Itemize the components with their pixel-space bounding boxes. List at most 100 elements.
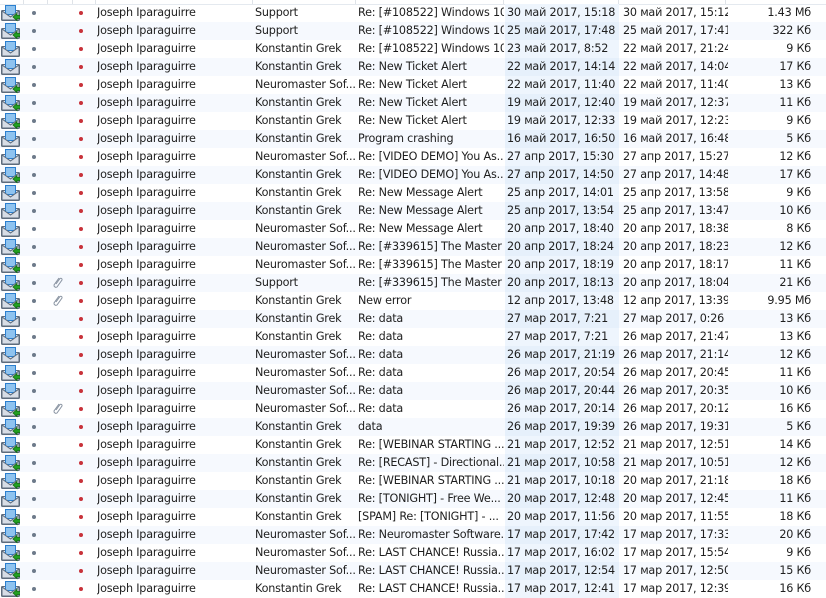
correspondent-cell: Support xyxy=(255,6,298,19)
read-status-dot-icon[interactable] xyxy=(31,472,37,490)
read-status-dot-icon[interactable] xyxy=(31,40,37,58)
read-status-dot-icon[interactable] xyxy=(31,328,37,346)
read-status-dot-icon[interactable] xyxy=(31,112,37,130)
message-row[interactable]: Joseph Iparaguirre Konstantin Grek Re: New… xyxy=(0,58,826,76)
message-row[interactable]: Joseph Iparaguirre Neuromaster Sof... Re: … xyxy=(0,526,826,544)
envelope-read-icon xyxy=(0,40,20,58)
message-row[interactable]: Joseph Iparaguirre Neuromaster Sof... Re: … xyxy=(0,256,826,274)
envelope-replied-icon xyxy=(0,454,20,472)
size-cell: 9 Кб xyxy=(786,186,811,199)
message-row[interactable]: Joseph Iparaguirre Neuromaster Sof... Re: … xyxy=(0,382,826,400)
message-row[interactable]: Joseph Iparaguirre Neuromaster Sof... Re: … xyxy=(0,220,826,238)
read-status-dot-icon[interactable] xyxy=(31,184,37,202)
received-date-cell: 22 май 2017, 14:14 xyxy=(507,60,616,73)
message-row[interactable]: Joseph Iparaguirre Konstantin Grek Re: New… xyxy=(0,184,826,202)
read-status-dot-icon[interactable] xyxy=(31,166,37,184)
attachment-empty xyxy=(50,328,66,346)
size-cell: 11 Кб xyxy=(779,96,811,109)
read-status-dot-icon[interactable] xyxy=(31,4,37,22)
message-row[interactable]: Joseph Iparaguirre Neuromaster Sof... Re: … xyxy=(0,562,826,580)
message-row[interactable]: Joseph Iparaguirre Konstantin Grek Re: [#1… xyxy=(0,40,826,58)
message-row[interactable]: Joseph Iparaguirre Konstantin Grek Re: New… xyxy=(0,112,826,130)
read-status-dot-icon[interactable] xyxy=(31,202,37,220)
envelope-replied-icon xyxy=(0,112,20,130)
read-status-dot-icon[interactable] xyxy=(31,310,37,328)
message-row[interactable]: Joseph Iparaguirre Neuromaster Sof... Re: … xyxy=(0,148,826,166)
message-row[interactable]: Joseph Iparaguirre Konstantin Grek Re: dat… xyxy=(0,328,826,346)
message-row[interactable]: Joseph Iparaguirre Konstantin Grek data 26 … xyxy=(0,418,826,436)
read-status-dot-icon[interactable] xyxy=(31,400,37,418)
message-row[interactable]: Joseph Iparaguirre Konstantin Grek Re: [TO… xyxy=(0,490,826,508)
read-status-dot-icon[interactable] xyxy=(31,238,37,256)
size-cell: 16 Кб xyxy=(779,402,811,415)
message-row[interactable]: Joseph Iparaguirre Konstantin Grek Re: [WE… xyxy=(0,472,826,490)
received-date-cell: 26 мар 2017, 21:19 xyxy=(507,348,615,361)
correspondent-cell: Neuromaster Sof... xyxy=(255,78,355,91)
message-row[interactable]: Joseph Iparaguirre Neuromaster Sof... Re: … xyxy=(0,346,826,364)
read-status-dot-icon[interactable] xyxy=(31,148,37,166)
message-row[interactable]: Joseph Iparaguirre Support Re: [#108522] W… xyxy=(0,4,826,22)
subject-cell: Re: [TONIGHT] - Free We... xyxy=(358,492,501,505)
message-row[interactable]: Joseph Iparaguirre Neuromaster Sof... Re: … xyxy=(0,364,826,382)
read-status-dot-icon[interactable] xyxy=(31,418,37,436)
read-status-dot-icon[interactable] xyxy=(31,364,37,382)
envelope-read-icon xyxy=(0,130,20,148)
message-row[interactable]: Joseph Iparaguirre Support Re: [#108522] W… xyxy=(0,22,826,40)
message-row[interactable]: Joseph Iparaguirre Konstantin Grek Re: dat… xyxy=(0,310,826,328)
envelope-replied-icon xyxy=(0,4,20,22)
message-row[interactable]: Joseph Iparaguirre Support Re: [#339615] T… xyxy=(0,274,826,292)
subject-cell: New error xyxy=(358,294,412,307)
priority-dot-icon xyxy=(78,490,84,508)
priority-dot-icon xyxy=(78,508,84,526)
received-date-cell: 20 мар 2017, 11:56 xyxy=(507,510,615,523)
correspondent-cell: Konstantin Grek xyxy=(255,582,342,595)
message-row[interactable]: Joseph Iparaguirre Konstantin Grek New err… xyxy=(0,292,826,310)
message-row[interactable]: Joseph Iparaguirre Konstantin Grek [SPAM] … xyxy=(0,508,826,526)
message-row[interactable]: Joseph Iparaguirre Konstantin Grek Re: [RE… xyxy=(0,454,826,472)
message-row[interactable]: Joseph Iparaguirre Konstantin Grek Re: New… xyxy=(0,202,826,220)
paperclip-icon xyxy=(50,274,66,292)
message-row[interactable]: Joseph Iparaguirre Neuromaster Sof... Re: … xyxy=(0,544,826,562)
from-cell: Joseph Iparaguirre xyxy=(97,528,196,541)
read-status-dot-icon[interactable] xyxy=(31,274,37,292)
message-row[interactable]: Joseph Iparaguirre Konstantin Grek Re: LAS… xyxy=(0,580,826,598)
read-status-dot-icon[interactable] xyxy=(31,436,37,454)
read-status-dot-icon[interactable] xyxy=(31,346,37,364)
read-status-dot-icon[interactable] xyxy=(31,292,37,310)
message-row[interactable]: Joseph Iparaguirre Konstantin Grek Re: New… xyxy=(0,94,826,112)
read-status-dot-icon[interactable] xyxy=(31,526,37,544)
correspondent-cell: Neuromaster Sof... xyxy=(255,366,355,379)
read-status-dot-icon[interactable] xyxy=(31,382,37,400)
sent-date-cell: 30 май 2017, 15:12 xyxy=(623,6,728,19)
correspondent-cell: Konstantin Grek xyxy=(255,420,342,433)
from-cell: Joseph Iparaguirre xyxy=(97,42,196,55)
message-row[interactable]: Joseph Iparaguirre Neuromaster Sof... Re: … xyxy=(0,238,826,256)
message-row[interactable]: Joseph Iparaguirre Neuromaster Sof... Re: … xyxy=(0,76,826,94)
message-row[interactable]: Joseph Iparaguirre Konstantin Grek Re: [VI… xyxy=(0,166,826,184)
size-cell: 12 Кб xyxy=(779,348,811,361)
read-status-dot-icon[interactable] xyxy=(31,22,37,40)
message-list[interactable]: Joseph Iparaguirre Support Re: [#108522] W… xyxy=(0,4,826,598)
from-cell: Joseph Iparaguirre xyxy=(97,240,196,253)
envelope-read-icon xyxy=(0,328,20,346)
read-status-dot-icon[interactable] xyxy=(31,562,37,580)
read-status-dot-icon[interactable] xyxy=(31,94,37,112)
message-row[interactable]: Joseph Iparaguirre Neuromaster Sof... Re: … xyxy=(0,400,826,418)
read-status-dot-icon[interactable] xyxy=(31,220,37,238)
message-row[interactable]: Joseph Iparaguirre Konstantin Grek Re: [WE… xyxy=(0,436,826,454)
message-row[interactable]: Joseph Iparaguirre Konstantin Grek Program… xyxy=(0,130,826,148)
read-status-dot-icon[interactable] xyxy=(31,454,37,472)
correspondent-cell: Konstantin Grek xyxy=(255,60,342,73)
read-status-dot-icon[interactable] xyxy=(31,490,37,508)
read-status-dot-icon[interactable] xyxy=(31,580,37,598)
envelope-replied-icon xyxy=(0,292,20,310)
read-status-dot-icon[interactable] xyxy=(31,508,37,526)
received-date-cell: 26 мар 2017, 20:54 xyxy=(507,366,615,379)
subject-cell: [SPAM] Re: [TONIGHT] - ... xyxy=(358,510,499,523)
subject-cell: Re: LAST CHANCE! Russia... xyxy=(358,582,504,595)
read-status-dot-icon[interactable] xyxy=(31,256,37,274)
read-status-dot-icon[interactable] xyxy=(31,130,37,148)
read-status-dot-icon[interactable] xyxy=(31,58,37,76)
read-status-dot-icon[interactable] xyxy=(31,76,37,94)
read-status-dot-icon[interactable] xyxy=(31,544,37,562)
